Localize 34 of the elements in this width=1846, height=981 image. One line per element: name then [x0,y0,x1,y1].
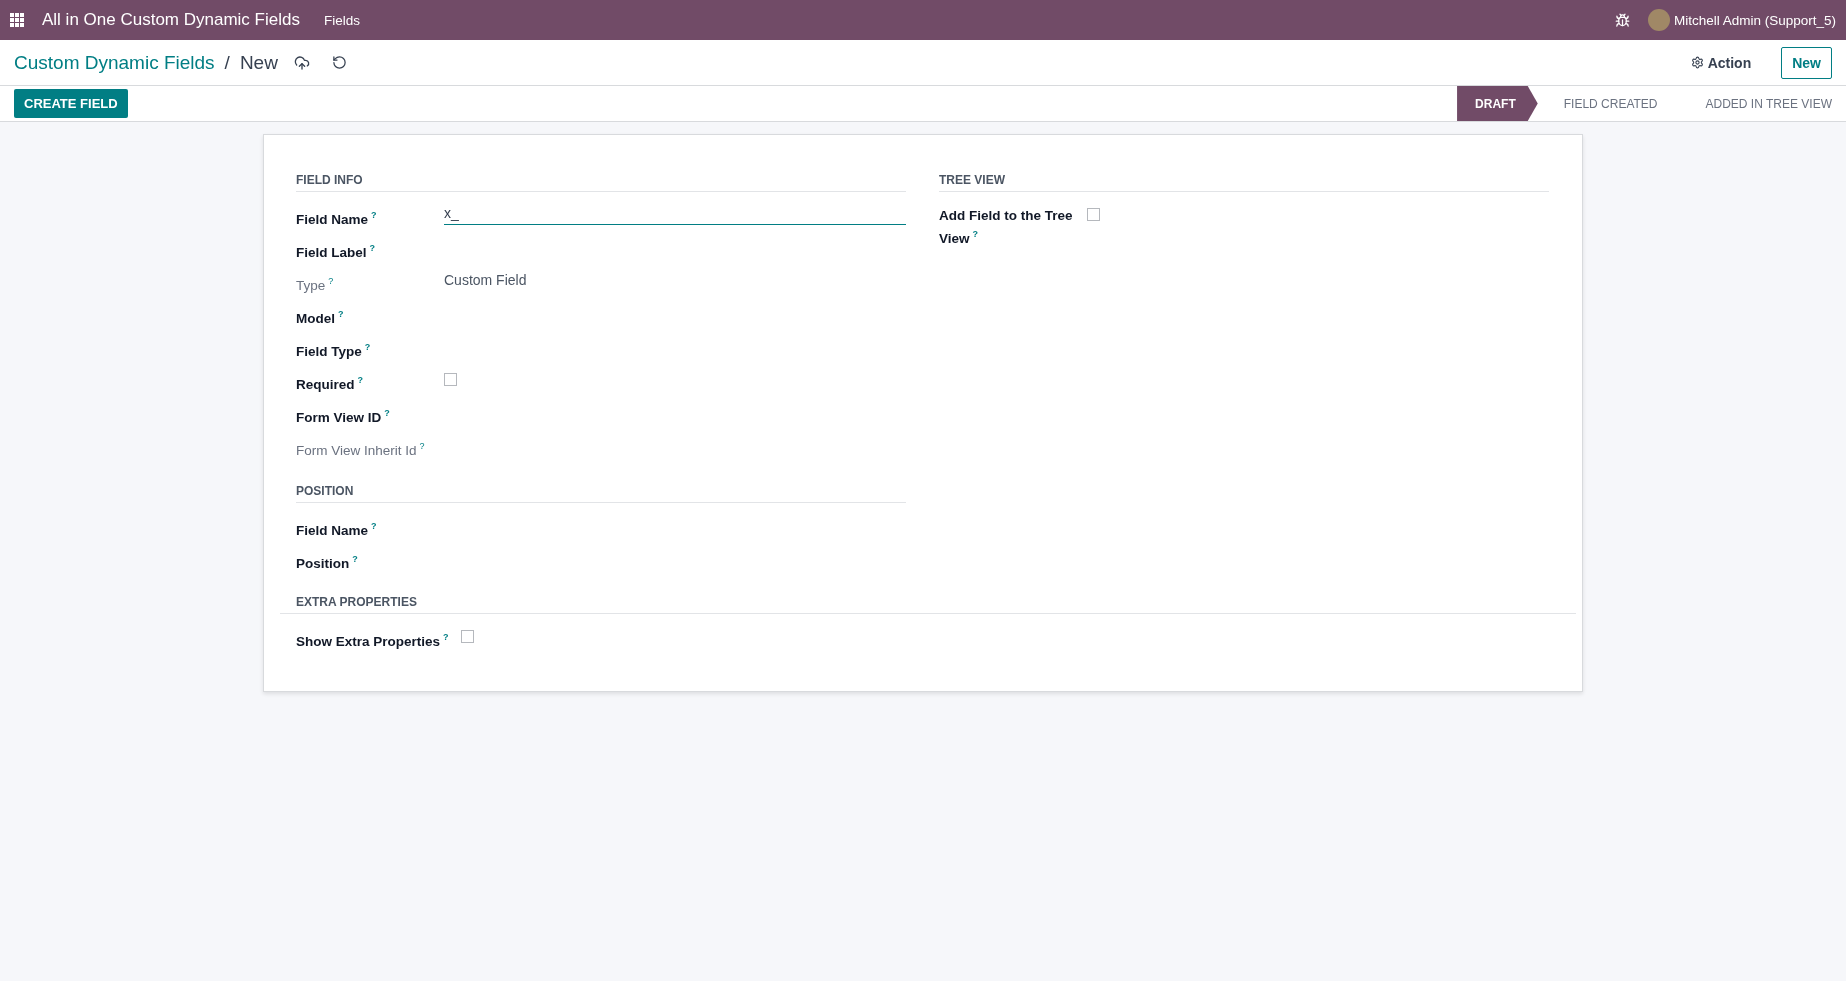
field-label: Show Extra Properties $^{?}$ [296,631,449,651]
field-label: Form View ID $^{?}$ [296,407,391,427]
gear-icon [1690,56,1704,69]
field-label: Form View Inherit Id $^{?}$ [296,440,426,460]
field-label: Position $^{?}$ [296,553,359,573]
create-field-button[interactable]: CREATE FIELD [14,89,128,118]
avatar [1647,9,1670,31]
section-title: POSITION [296,484,906,503]
field-value: Custom Field [444,271,528,288]
status-stage[interactable]: DRAFT [1457,86,1538,121]
field-label: Type $^{?}$ [296,275,335,295]
field-label: Add Field to the Tree View $^{?}$ [939,207,1074,248]
checkbox[interactable] [444,373,457,386]
section-title: FIELD INFO [296,173,906,192]
breadcrumb-separator: / [224,51,230,74]
breadcrumb-link[interactable]: Custom Dynamic Fields [14,51,215,74]
field-label: Required $^{?}$ [296,374,364,394]
field-label: Model $^{?}$ [296,308,345,328]
field-label: Field Name $^{?}$ [296,209,378,229]
action-button[interactable]: Action [1684,53,1758,72]
new-button[interactable]: New [1781,46,1832,79]
breadcrumb-current: New [239,51,278,74]
app-title: All in One Custom Dynamic Fields [42,10,300,30]
apps-grid-icon[interactable] [10,13,24,27]
checkbox[interactable] [460,630,474,643]
menu-item[interactable]: Fields [323,12,360,28]
section-title: EXTRA PROPERTIES [280,595,1576,614]
user-menu[interactable]: Mitchell Admin (Support_5) [1647,9,1836,31]
checkbox[interactable] [1087,208,1100,221]
field-label: Field Type $^{?}$ [296,341,372,361]
section-title: TREE VIEW [939,173,1549,192]
field-label: Field Name $^{?}$ [296,520,378,540]
field-label: Field Label $^{?}$ [296,242,376,262]
bug-icon[interactable] [1614,12,1630,28]
